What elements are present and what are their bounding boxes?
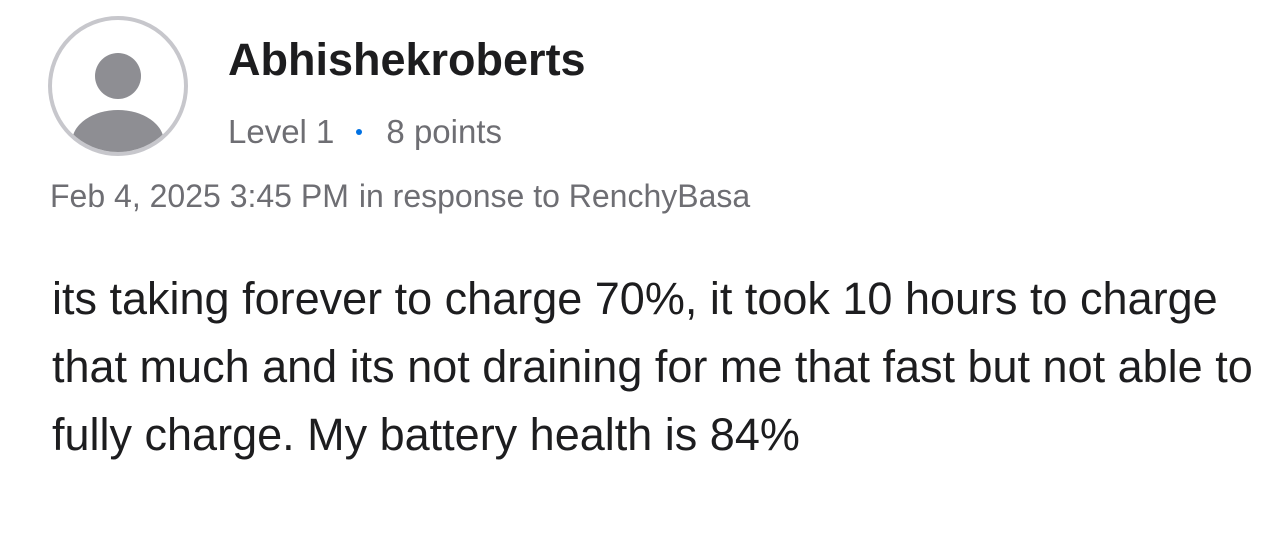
avatar[interactable] [48,16,188,156]
dot-separator-icon [356,129,363,135]
user-silhouette-icon [72,53,164,152]
community-reply-post: Abhishekroberts Level 1 8 points Feb 4, … [0,0,1284,547]
in-response-to-link[interactable]: in response to RenchyBasa [359,178,750,215]
author-level: Level 1 [228,113,335,150]
author-points: 8 points [386,113,503,150]
post-body: its taking forever to charge 70%, it too… [52,273,1253,460]
author-name[interactable]: Abhishekroberts [228,32,586,88]
author-meta: Level 1 8 points [228,110,502,154]
post-timestamp: Feb 4, 2025 3:45 PM [50,177,349,214]
post-timestamp-row: Feb 4, 2025 3:45 PM in response to Rench… [50,174,750,218]
